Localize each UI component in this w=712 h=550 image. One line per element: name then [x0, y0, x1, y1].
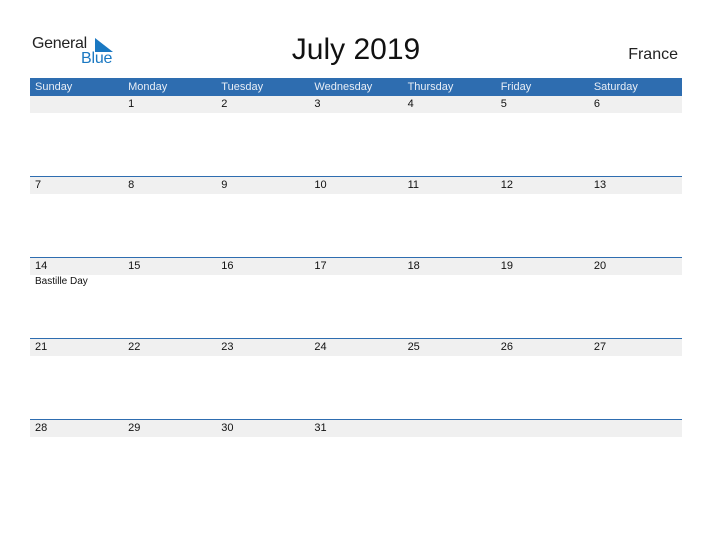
day-number — [30, 96, 123, 113]
weekday-thursday: Thursday — [407, 81, 454, 93]
day-number: 23 — [221, 341, 234, 353]
weekday-tuesday: Tuesday — [221, 81, 264, 93]
weekday-monday: Monday — [128, 81, 168, 93]
day-number: 7 — [35, 179, 42, 191]
holiday-label — [123, 194, 216, 195]
holiday-label — [309, 437, 402, 438]
holiday-label — [309, 275, 402, 287]
day-number: 19 — [500, 260, 513, 272]
day-number: 29 — [128, 422, 141, 434]
day-number: 20 — [593, 260, 607, 272]
holiday-label — [403, 356, 496, 357]
day-number: 12 — [500, 179, 513, 191]
events-area — [30, 437, 682, 438]
holiday-label — [30, 437, 123, 438]
holiday-label — [123, 356, 216, 357]
holiday-label — [589, 437, 682, 438]
holiday-label — [496, 194, 589, 195]
weekday-friday: Friday — [500, 81, 532, 93]
day-number: 16 — [221, 260, 234, 272]
day-number: 4 — [407, 98, 414, 110]
holiday-label — [403, 437, 496, 438]
holiday-label — [309, 113, 402, 114]
day-number: 21 — [35, 341, 48, 353]
date-strip: 7 8 9 10 11 12 13 — [30, 177, 682, 194]
holiday-label — [496, 437, 589, 438]
country-label: France — [628, 46, 678, 63]
date-strip: 14 15 16 17 18 19 20 — [30, 258, 682, 275]
day-number: 26 — [500, 341, 513, 353]
events-area — [30, 194, 682, 195]
events-area — [30, 113, 682, 114]
weekday-saturday: Saturday — [593, 81, 638, 93]
day-number: 13 — [593, 179, 607, 191]
day-number: 15 — [128, 260, 141, 272]
day-number — [403, 420, 496, 437]
events-area: Bastille Day — [30, 275, 682, 287]
holiday-label — [216, 275, 309, 287]
events-area — [30, 356, 682, 357]
holiday-label — [216, 194, 309, 195]
holiday-label — [216, 437, 309, 438]
day-number: 17 — [314, 260, 327, 272]
day-number: 22 — [128, 341, 141, 353]
holiday-label: Bastille Day — [35, 276, 88, 287]
day-number — [496, 420, 589, 437]
day-number: 14 — [35, 260, 48, 272]
day-number: 25 — [407, 341, 420, 353]
day-number: 3 — [314, 98, 321, 110]
holiday-label — [30, 194, 123, 195]
day-number: 27 — [593, 341, 607, 353]
week-row: 28 29 30 31 — [30, 419, 682, 500]
date-strip: 1 2 3 4 5 6 — [30, 96, 682, 113]
weekday-sunday: Sunday — [35, 81, 73, 93]
day-number: 30 — [221, 422, 234, 434]
week-row: 14 15 16 17 18 19 20 Bastille Day — [30, 257, 682, 338]
holiday-label — [589, 275, 682, 287]
day-number: 5 — [500, 98, 507, 110]
day-number: 11 — [407, 179, 419, 191]
day-number: 2 — [221, 98, 228, 110]
day-number: 6 — [593, 98, 600, 110]
day-number: 8 — [128, 179, 135, 191]
date-strip: 28 29 30 31 — [30, 420, 682, 437]
holiday-label — [403, 275, 496, 287]
date-strip: 21 22 23 24 25 26 27 — [30, 339, 682, 356]
day-number: 28 — [35, 422, 48, 434]
weekday-header: Sunday Monday Tuesday Wednesday Thursday… — [30, 78, 682, 96]
holiday-label — [30, 356, 123, 357]
week-row: 1 2 3 4 5 6 — [30, 96, 682, 177]
calendar-title: July 2019 — [291, 33, 421, 66]
holiday-label — [123, 113, 216, 114]
day-number: 1 — [128, 98, 135, 110]
holiday-label — [496, 113, 589, 114]
holiday-label — [403, 113, 496, 114]
day-number — [589, 420, 682, 437]
holiday-label — [496, 356, 589, 357]
holiday-label — [216, 356, 309, 357]
weekday-wednesday: Wednesday — [314, 81, 373, 93]
holiday-label — [216, 113, 309, 114]
day-number: 18 — [407, 260, 420, 272]
holiday-label — [403, 194, 496, 195]
holiday-label — [589, 194, 682, 195]
holiday-label — [496, 275, 589, 287]
holiday-label — [30, 113, 123, 114]
holiday-label — [123, 275, 216, 287]
day-number: 24 — [314, 341, 327, 353]
holiday-label — [309, 194, 402, 195]
holiday-label — [123, 437, 216, 438]
week-row: 7 8 9 10 11 12 13 — [30, 176, 682, 257]
holiday-label — [589, 113, 682, 114]
holiday-label — [589, 356, 682, 357]
holiday-label — [309, 356, 402, 357]
day-number: 9 — [221, 179, 228, 191]
week-row: 21 22 23 24 25 26 27 — [30, 338, 682, 419]
day-number: 10 — [314, 179, 327, 191]
day-number: 31 — [314, 422, 327, 434]
